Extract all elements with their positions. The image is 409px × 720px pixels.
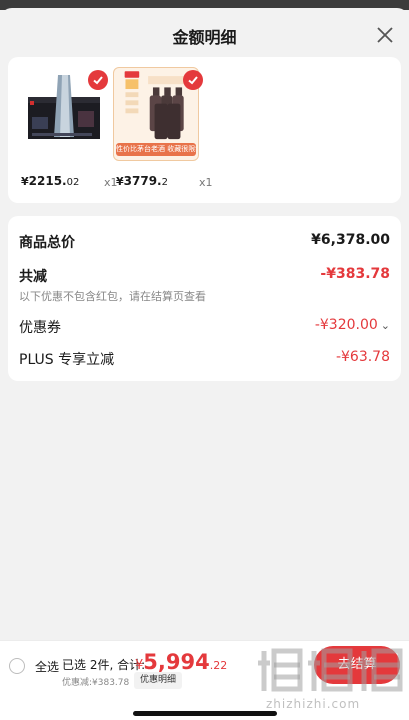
total-reduce-row: 共减 -¥383.78 (19, 266, 390, 288)
plus-reduce-value: -¥63.78 (335, 349, 390, 365)
chevron-down-icon[interactable]: ⌄ (381, 319, 390, 332)
plus-reduce-row: PLUS 专享立减 -¥63.78 (19, 349, 390, 371)
select-all-label[interactable]: 全选 (35, 658, 59, 675)
total-reduce-value: -¥383.78 (320, 266, 390, 282)
amount-detail-sheet: 金额明细 ¥2215.02 x1 性价比茅台老酒 收藏很限制 ¥3779.2 x… (0, 8, 409, 640)
goods-card: ¥2215.02 x1 性价比茅台老酒 收藏很限制 ¥3779.2 x1 (8, 57, 401, 203)
promo-band: 性价比茅台老酒 收藏很限制 (116, 143, 196, 156)
discount-detail-button[interactable]: 优惠明细 (134, 672, 182, 689)
checkout-bar: 全选 已选 2件, 合计: ¥5,994.22 优惠减:¥383.78 优惠明细… (0, 640, 409, 720)
selected-check-icon[interactable] (88, 70, 108, 90)
selected-check-icon[interactable] (183, 70, 203, 90)
selected-count: 已选 2件, 合计: (62, 658, 146, 672)
select-all-radio[interactable] (9, 658, 25, 674)
home-indicator (133, 711, 277, 716)
total-payable: ¥5,994.22 (135, 650, 228, 674)
goods-price: ¥2215.02 (21, 174, 80, 188)
discount-amount: 优惠减:¥383.78 (62, 678, 130, 688)
sheet-title: 金额明细 (172, 28, 237, 47)
coupon-row[interactable]: 优惠券 -¥320.00 ⌄ (19, 317, 390, 339)
close-icon[interactable] (374, 24, 396, 46)
total-price-row: 商品总价 ¥6,378.00 (19, 232, 390, 254)
checkout-button[interactable]: 去结算 (314, 646, 400, 684)
coupon-value: -¥320.00 ⌄ (314, 317, 390, 333)
summary-card: 商品总价 ¥6,378.00 共减 -¥383.78 以下优惠不包含红包，请在结… (8, 216, 401, 381)
goods-price: ¥3779.2 (116, 174, 168, 188)
goods-quantity: x1 (199, 176, 213, 189)
total-reduce-label: 共减 (19, 269, 47, 285)
total-price-value: ¥6,378.00 (311, 232, 390, 248)
total-price-label: 商品总价 (19, 235, 75, 251)
reduce-note: 以下优惠不包含红包，请在结算页查看 (19, 290, 206, 303)
coupon-label: 优惠券 (19, 320, 61, 336)
watermark-text: zhizhizhi.com (266, 697, 361, 711)
plus-reduce-label: PLUS 专享立减 (19, 352, 115, 368)
